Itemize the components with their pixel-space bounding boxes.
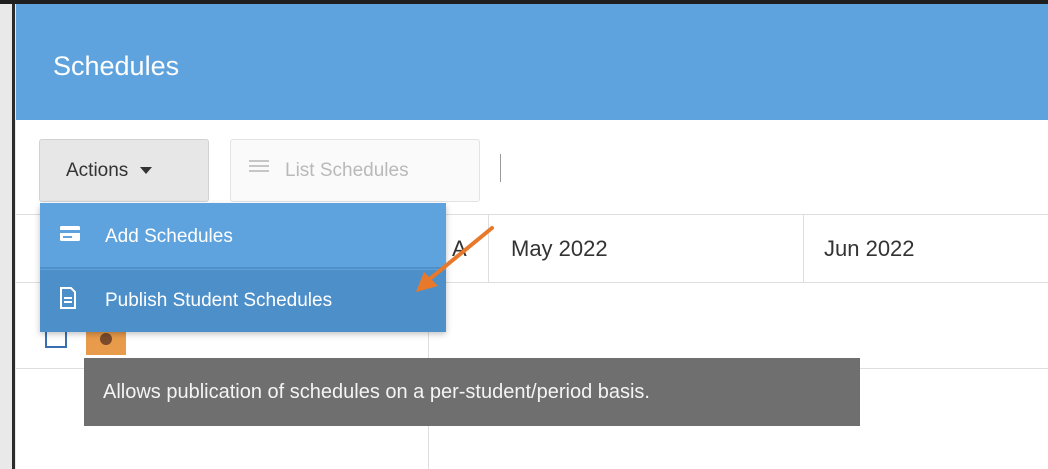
column-header-jun-2022[interactable]: Jun 2022 — [824, 236, 915, 262]
menu-divider — [40, 267, 446, 269]
actions-menu: Add Schedules Publish Student Schedules — [40, 203, 446, 332]
caret-down-icon — [140, 167, 153, 174]
actions-label: Actions — [66, 159, 129, 181]
toolbar-separator — [500, 154, 501, 182]
menu-item-publish-student-schedules[interactable]: Publish Student Schedules — [40, 270, 446, 332]
menu-item-label: Add Schedules — [105, 226, 233, 247]
tooltip-text: Allows publication of schedules on a per… — [103, 380, 650, 403]
column-header-may-2022[interactable]: May 2022 — [511, 236, 608, 262]
window-border — [12, 0, 15, 469]
page-header: Schedules — [16, 4, 1048, 120]
page-title: Schedules — [53, 51, 180, 81]
document-icon — [59, 287, 77, 315]
menu-item-add-schedules[interactable]: Add Schedules — [40, 206, 446, 268]
grid-column-divider — [803, 214, 804, 282]
menu-item-label: Publish Student Schedules — [105, 290, 333, 311]
card-icon — [59, 225, 81, 249]
toolbar: Actions List Schedules — [16, 120, 1048, 210]
list-schedules-label: List Schedules — [285, 159, 409, 181]
actions-dropdown-button[interactable]: Actions — [39, 139, 209, 202]
list-schedules-button[interactable]: List Schedules — [230, 139, 480, 202]
annotation-arrow-icon — [416, 226, 494, 292]
row-avatar — [44, 330, 144, 357]
tooltip: Allows publication of schedules on a per… — [84, 358, 860, 426]
list-icon — [249, 159, 269, 174]
